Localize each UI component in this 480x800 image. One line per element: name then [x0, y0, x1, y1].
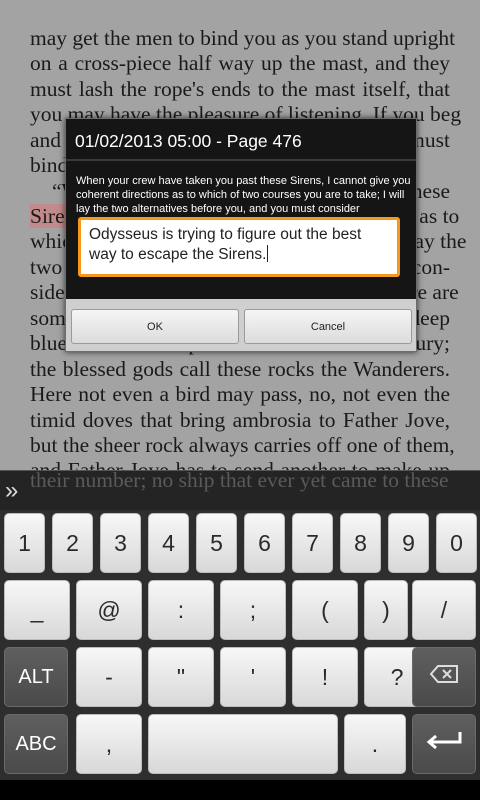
highlight-excerpt: When your crew have taken you past these… — [76, 175, 411, 215]
reader-line: the blessed gods call these rocks the Wa… — [30, 357, 450, 381]
reader-line: but the sheer rock always carries off on… — [30, 433, 455, 457]
double-chevron-right-icon[interactable]: » — [5, 479, 18, 503]
key-symbol[interactable]: ' — [220, 647, 286, 707]
text-cursor — [266, 245, 268, 262]
key-7[interactable]: 7 — [292, 513, 333, 573]
dialog-button-bar: OK Cancel — [66, 299, 416, 351]
note-input[interactable]: Odysseus is trying to figure out the bes… — [78, 217, 400, 277]
system-bar — [0, 780, 480, 800]
reader-line: may get the men to bind you as you stand… — [30, 26, 456, 50]
comma-key[interactable]: , — [76, 714, 142, 774]
key-2[interactable]: 2 — [52, 513, 93, 573]
reader-line: on a cross-piece half way up the mast, a… — [30, 51, 450, 75]
key-symbol[interactable]: ) — [364, 580, 408, 640]
key-symbol[interactable]: ! — [292, 647, 358, 707]
cancel-button[interactable]: Cancel — [244, 309, 412, 344]
backspace-icon — [429, 664, 459, 690]
key-4[interactable]: 4 — [148, 513, 189, 573]
key-symbol[interactable]: ( — [292, 580, 358, 640]
key-5[interactable]: 5 — [196, 513, 237, 573]
delete-key[interactable] — [412, 647, 476, 707]
key-symbol[interactable]: : — [148, 580, 214, 640]
reader-line: must lash the rope's ends to the mast it… — [30, 77, 450, 101]
ok-button[interactable]: OK — [71, 309, 239, 344]
reader-line-behind: their number; no ship that ever yet came… — [30, 468, 449, 492]
enter-key[interactable] — [412, 714, 476, 774]
note-dialog: 01/02/2013 05:00 - Page 476 When your cr… — [65, 118, 417, 352]
enter-icon — [424, 730, 464, 758]
key-3[interactable]: 3 — [100, 513, 141, 573]
keyboard: 1 2 3 4 5 6 7 8 9 0 _ @:;() / ALT - " '!? ABC,. — [0, 510, 480, 780]
key-symbol[interactable]: " — [148, 647, 214, 707]
alt-key[interactable]: ALT — [4, 647, 68, 707]
title-divider — [66, 159, 416, 161]
key-1[interactable]: 1 — [4, 513, 45, 573]
note-text: Odysseus is trying to figure out the bes… — [89, 226, 362, 263]
key-6[interactable]: 6 — [244, 513, 285, 573]
key-9[interactable]: 9 — [388, 513, 429, 573]
reader-line: Here not even a bird may pass, no, not e… — [30, 382, 450, 406]
key-symbol[interactable]: - — [76, 647, 142, 707]
key-symbol[interactable]: _ — [4, 580, 70, 640]
reader-line: timid doves that bring ambrosia to Fathe… — [30, 408, 450, 432]
key-0[interactable]: 0 — [436, 513, 477, 573]
space-key[interactable] — [148, 714, 338, 774]
dialog-title: 01/02/2013 05:00 - Page 476 — [75, 131, 302, 151]
key-8[interactable]: 8 — [340, 513, 381, 573]
abc-key[interactable]: ABC — [4, 714, 68, 774]
period-key[interactable]: . — [344, 714, 406, 774]
key-symbol[interactable]: @ — [76, 580, 142, 640]
suggestion-strip: » their number; no ship that ever yet ca… — [0, 468, 480, 511]
key-symbol[interactable]: / — [412, 580, 476, 640]
key-symbol[interactable]: ; — [220, 580, 286, 640]
